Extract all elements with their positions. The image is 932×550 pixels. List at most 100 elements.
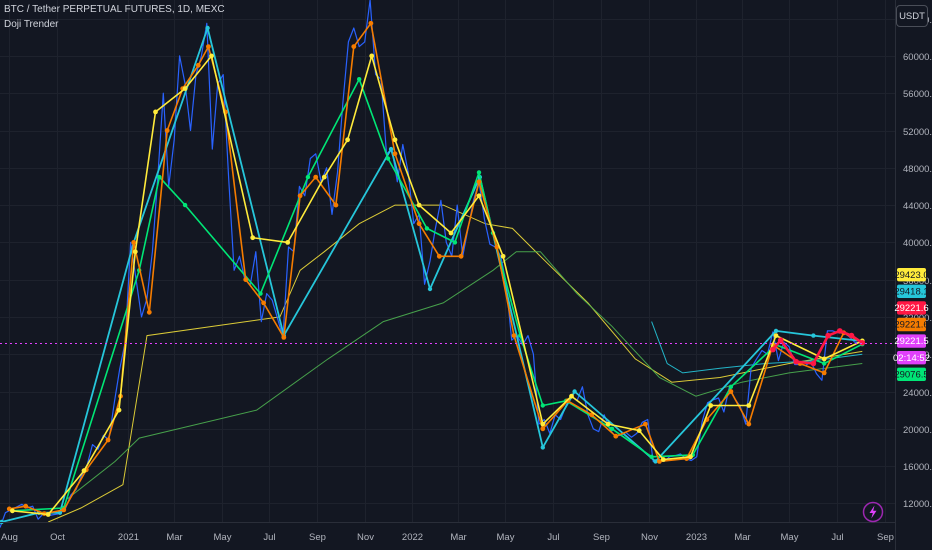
x-tick-label: Jul bbox=[263, 532, 275, 543]
yellow-doji-point bbox=[540, 421, 546, 427]
orange-doji-point bbox=[643, 421, 648, 427]
x-tick-label: May bbox=[497, 532, 515, 543]
orange-doji-point bbox=[195, 62, 201, 68]
yellow-doji-point bbox=[688, 454, 693, 460]
yellow-doji-point bbox=[209, 53, 214, 59]
orange-doji-point bbox=[164, 128, 170, 133]
yellow-doji-point bbox=[45, 512, 51, 517]
orange-doji-point bbox=[368, 20, 374, 26]
red-doji-point bbox=[848, 332, 855, 339]
orange-doji-point bbox=[821, 370, 827, 376]
green-doji-point bbox=[822, 361, 827, 366]
price-badge-label: 29221.6 bbox=[894, 320, 928, 331]
green-doji-line bbox=[12, 78, 863, 512]
orange-doji-point bbox=[476, 179, 482, 185]
x-tick-label: 2021 bbox=[118, 532, 139, 543]
yellow-doji-point bbox=[182, 86, 188, 91]
x-tick-label: Jul bbox=[831, 532, 843, 543]
yellow-doji-point bbox=[773, 333, 779, 338]
chart-root[interactable]: 12000.016000.020000.024000.028000.032000… bbox=[0, 0, 932, 550]
red-doji-point bbox=[777, 337, 784, 344]
orange-doji-point bbox=[416, 221, 422, 227]
red-doji-point bbox=[770, 346, 776, 353]
green-doji-point bbox=[609, 426, 615, 431]
yellow-doji-point bbox=[500, 253, 506, 259]
cyan-ma-line bbox=[651, 321, 863, 374]
x-tick-label: Mar bbox=[450, 532, 466, 543]
orange-doji-point bbox=[146, 309, 152, 315]
orange-doji-point bbox=[261, 300, 266, 306]
doji-overlays bbox=[0, 20, 866, 525]
yellow-doji-point bbox=[392, 137, 398, 143]
y-tick-label: 48000.0 bbox=[903, 164, 932, 175]
x-tick-label: May bbox=[214, 532, 232, 543]
price-badge-label: 29221.5 bbox=[894, 336, 928, 347]
x-tick-label: Nov bbox=[357, 532, 374, 543]
orange-doji-point bbox=[23, 503, 29, 509]
moving-averages bbox=[48, 204, 863, 523]
yellow-doji-point bbox=[636, 428, 642, 433]
x-tick-label: 2022 bbox=[402, 532, 423, 543]
yellow-doji-point bbox=[250, 235, 256, 241]
green-doji-point bbox=[540, 403, 545, 408]
yellow-doji-point bbox=[569, 393, 574, 399]
orange-doji-point bbox=[511, 333, 517, 338]
cyan-swing-point bbox=[540, 445, 545, 450]
x-tick-label: Sep bbox=[877, 532, 894, 543]
green-doji-point bbox=[728, 384, 734, 389]
green-doji-point bbox=[385, 156, 391, 161]
orange-doji-point bbox=[540, 426, 546, 432]
x-tick-label: Sep bbox=[593, 532, 610, 543]
orange-doji-point bbox=[297, 193, 303, 199]
yellow-doji-point bbox=[345, 137, 350, 143]
cyan-swing-point bbox=[773, 328, 779, 334]
x-tick-label: Jul bbox=[547, 532, 559, 543]
indicator-legend-label[interactable]: Doji Trender bbox=[4, 19, 58, 31]
orange-doji-point bbox=[105, 437, 111, 443]
yellow-doji-point bbox=[708, 403, 714, 408]
x-axis[interactable]: Aug Oct 2021 Mar May Jul Sep Nov 2022 Mar May Jul Se… bbox=[0, 522, 895, 544]
yellow-doji-point bbox=[476, 193, 482, 199]
green-doji-point bbox=[157, 174, 162, 180]
x-tick-label: Nov bbox=[641, 532, 658, 543]
cyan-swing-point bbox=[427, 286, 433, 292]
yellow-doji-point bbox=[285, 240, 291, 245]
x-tick-label: Mar bbox=[734, 532, 750, 543]
orange-doji-point bbox=[613, 433, 619, 439]
orange-doji-point bbox=[392, 151, 398, 157]
yellow-doji-point bbox=[116, 407, 122, 413]
price-badge-label: 29221.6 bbox=[894, 303, 928, 314]
green-doji-point bbox=[649, 454, 654, 459]
y-tick-label: 60000.0 bbox=[903, 52, 932, 63]
currency-button[interactable]: USDT bbox=[896, 5, 928, 27]
chart-canvas[interactable]: 12000.016000.020000.024000.028000.032000… bbox=[0, 0, 932, 550]
y-tick-label: 12000.0 bbox=[903, 499, 932, 510]
x-tick-label: 2023 bbox=[686, 532, 707, 543]
yellow-doji-point bbox=[448, 230, 454, 236]
red-doji-point bbox=[825, 332, 831, 339]
price-badge-label: 02:14:52 bbox=[893, 353, 930, 364]
lightning-icon[interactable] bbox=[862, 501, 884, 523]
yellow-doji-point bbox=[746, 403, 752, 408]
price-badge-label: 29418.1 bbox=[894, 286, 928, 297]
red-doji-point bbox=[859, 340, 866, 346]
orange-doji-point bbox=[333, 202, 339, 208]
x-tick-label: Sep bbox=[309, 532, 326, 543]
orange-doji-point bbox=[728, 389, 734, 394]
yellow-doji-point bbox=[416, 202, 422, 208]
orange-doji-point bbox=[351, 44, 357, 49]
red-doji-point bbox=[810, 360, 817, 367]
orange-doji-point bbox=[243, 277, 249, 282]
y-tick-label: 44000.0 bbox=[903, 201, 932, 212]
x-tick-label: Oct bbox=[50, 532, 65, 543]
chart-title[interactable]: BTC / Tether PERPETUAL FUTURES, 1D, MEXC bbox=[4, 4, 225, 16]
price-badge-label: 29076.5 bbox=[894, 369, 928, 380]
orange-doji-point bbox=[131, 240, 137, 245]
green-doji-point bbox=[182, 202, 188, 208]
y-tick-label: 16000.0 bbox=[903, 462, 932, 473]
x-tick-label: Aug bbox=[1, 532, 18, 543]
yellow-doji-point bbox=[369, 53, 375, 59]
cyan-swing-point bbox=[205, 25, 210, 31]
yellow-doji-point bbox=[321, 174, 327, 180]
cyan-swing-point bbox=[572, 389, 577, 394]
